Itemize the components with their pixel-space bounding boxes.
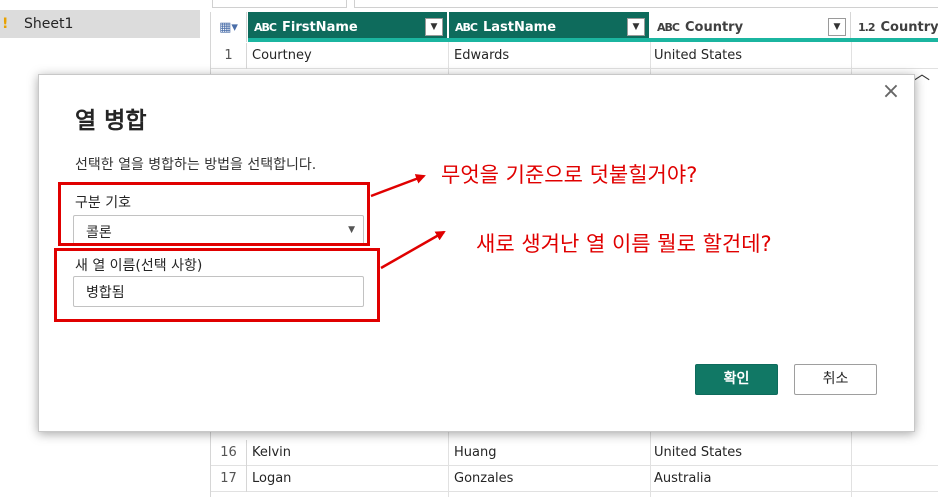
filter-dropdown-icon[interactable]: ▼ [828, 18, 846, 36]
scroll-up-icon[interactable]: ︿ [912, 60, 932, 83]
formula-bar-left [212, 0, 347, 8]
filter-dropdown-icon[interactable]: ▼ [627, 18, 645, 36]
query-label: Sheet1 [24, 16, 74, 32]
cell-lastname[interactable]: Edwards [454, 43, 650, 69]
column-quality-bar [248, 38, 938, 42]
table-menu-icon[interactable]: ▦▾ [211, 12, 247, 42]
table-row[interactable]: 17 Logan Gonzales Australia [211, 466, 938, 492]
formula-bar[interactable] [354, 0, 938, 8]
close-icon[interactable]: × [880, 81, 902, 103]
column-name: Country [880, 19, 938, 35]
warning-icon: ! [2, 16, 9, 32]
dialog-title: 열 병합 [75, 108, 147, 134]
cancel-button[interactable]: 취소 [794, 364, 877, 395]
row-number: 16 [211, 440, 247, 466]
column-name: Country [684, 19, 744, 35]
annotation-box-separator [58, 182, 370, 246]
cell-firstname[interactable]: Courtney [252, 43, 448, 69]
text-type-icon[interactable]: ABC [455, 21, 478, 34]
table-row[interactable]: 1 Courtney Edwards United States [211, 43, 938, 69]
cell-firstname[interactable]: Logan [252, 466, 448, 492]
cell-country[interactable]: Australia [654, 466, 850, 492]
table-row[interactable]: 16 Kelvin Huang United States [211, 440, 938, 466]
text-type-icon[interactable]: ABC [657, 21, 680, 34]
annotation-box-new-name [54, 248, 380, 322]
dialog-description: 선택한 열을 병합하는 방법을 선택합니다. [75, 157, 317, 173]
cell-lastname[interactable]: Gonzales [454, 466, 650, 492]
column-name: LastName [482, 19, 557, 35]
row-number: 17 [211, 466, 247, 492]
annotation-note-separator: 무엇을 기준으로 덧붙힐거야? [441, 163, 698, 187]
column-name: FirstName [281, 19, 358, 35]
ok-button[interactable]: 확인 [695, 364, 778, 395]
cell-country[interactable]: United States [654, 43, 850, 69]
filter-dropdown-icon[interactable]: ▼ [425, 18, 443, 36]
annotation-note-new-name: 새로 생겨난 열 이름 뭘로 할건데? [476, 232, 772, 256]
query-item-sheet1[interactable]: ! Sheet1 [0, 10, 200, 38]
cell-lastname[interactable]: Huang [454, 440, 650, 466]
text-type-icon[interactable]: ABC [254, 21, 277, 34]
cell-firstname[interactable]: Kelvin [252, 440, 448, 466]
cell-country[interactable]: United States [654, 440, 850, 466]
row-number: 1 [211, 43, 247, 69]
number-type-icon[interactable]: 1.2 [858, 21, 875, 34]
